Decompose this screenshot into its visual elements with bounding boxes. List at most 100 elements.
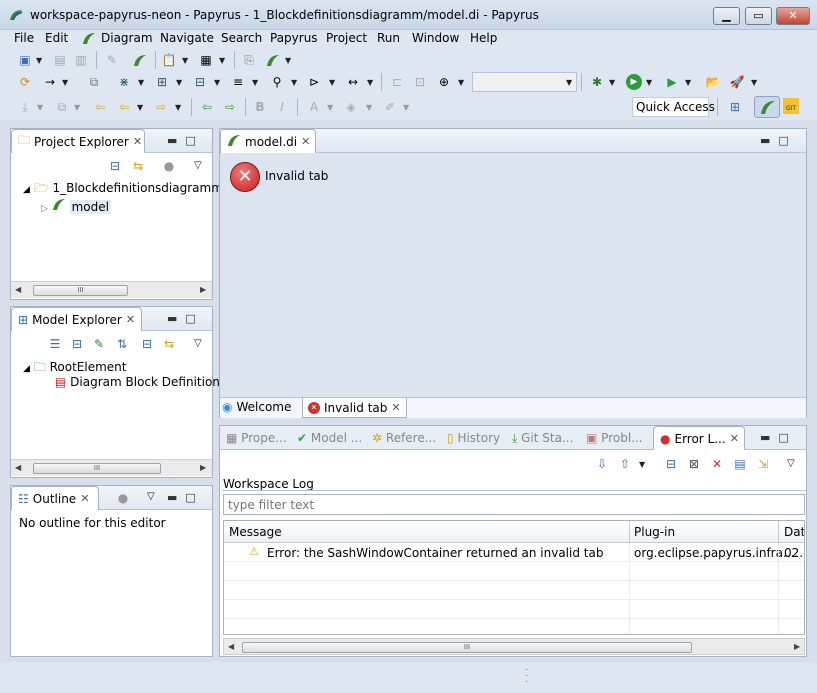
save-icon[interactable]: ▤ bbox=[52, 52, 68, 68]
tab-git-staging[interactable]: ⤓ Git Sta... bbox=[512, 431, 573, 446]
list-icon[interactable]: ☰ bbox=[47, 336, 63, 352]
tab-invalid[interactable]: ✕ Invalid tab ✕ bbox=[302, 398, 407, 418]
close-icon[interactable]: ✕ bbox=[133, 135, 142, 148]
edit-model-icon[interactable]: ✎ bbox=[91, 336, 107, 352]
close-icon[interactable]: ✕ bbox=[730, 432, 739, 445]
menu-navigate[interactable]: Navigate bbox=[160, 31, 214, 45]
minimize-button[interactable]: ▁ bbox=[713, 7, 740, 25]
export-log-icon[interactable]: ⇩ bbox=[594, 456, 610, 472]
close-icon[interactable]: ✕ bbox=[301, 135, 310, 148]
launch-icon[interactable]: 🚀 bbox=[729, 74, 745, 90]
column-date[interactable]: Date bbox=[784, 525, 804, 539]
open-perspective-icon[interactable]: ⊞ bbox=[727, 99, 743, 115]
back-icon[interactable]: ⇦ bbox=[116, 99, 132, 115]
menu-edit[interactable]: Edit bbox=[45, 31, 68, 45]
min-max-icon[interactable]: ▬□ bbox=[760, 431, 797, 444]
tab-model-validation[interactable]: ✔ Model ... bbox=[297, 431, 362, 445]
tree-item-diagram[interactable]: ▤ Diagram Block Definition bbox=[55, 375, 220, 389]
open-log-icon[interactable]: ▤ bbox=[732, 456, 748, 472]
tab-history[interactable]: ▯ History bbox=[447, 431, 500, 445]
connector-icon[interactable]: ⊏ bbox=[389, 74, 405, 90]
clear-log-icon[interactable]: ⊟ bbox=[663, 456, 679, 472]
delete-log-icon[interactable]: ⊠ bbox=[686, 456, 702, 472]
align-icon[interactable]: ≡ bbox=[230, 74, 246, 90]
tab-project-explorer[interactable]: 🗀 Project Explorer ✕ bbox=[11, 129, 145, 153]
tab-outline[interactable]: ☷ Outline ✕ bbox=[11, 486, 99, 510]
close-button[interactable]: ✕ bbox=[776, 7, 810, 25]
column-message[interactable]: Message bbox=[229, 525, 282, 539]
horizontal-scrollbar[interactable]: ◀ III ▶ bbox=[11, 281, 212, 298]
git-perspective-icon[interactable]: GIT bbox=[783, 98, 799, 114]
quick-access-field[interactable]: Quick Access bbox=[632, 97, 715, 117]
copy-icon[interactable]: ⧉ bbox=[86, 74, 102, 90]
distribute-icon[interactable]: ⊳ bbox=[306, 74, 322, 90]
link-editor-icon[interactable]: ⇆ bbox=[161, 336, 177, 352]
papyrus-perspective-button[interactable] bbox=[754, 96, 780, 118]
close-icon[interactable]: ✕ bbox=[80, 492, 89, 505]
debug-icon[interactable]: ✱ bbox=[589, 74, 605, 90]
grid-icon[interactable]: ⋇ bbox=[116, 74, 132, 90]
close-icon[interactable]: ✕ bbox=[126, 313, 135, 326]
outline-options-icon[interactable]: ● bbox=[115, 490, 131, 506]
external-tools-icon[interactable]: ▶ bbox=[664, 74, 680, 90]
min-max-icon[interactable]: ▬□ bbox=[760, 134, 797, 147]
link-editor-icon[interactable]: ⇆ bbox=[130, 158, 146, 174]
remove-icon[interactable]: ✕ bbox=[709, 456, 725, 472]
maximize-button[interactable]: ▭ bbox=[745, 7, 772, 25]
table-row[interactable]: ⚠ Error: the SashWindowContainer returne… bbox=[224, 543, 804, 562]
horizontal-scrollbar[interactable]: ◀ III ▶ bbox=[11, 459, 212, 476]
arrange-icon[interactable]: ⊞ bbox=[154, 74, 170, 90]
sync-icon[interactable]: ⎘ bbox=[241, 52, 257, 68]
menu-file[interactable]: File bbox=[14, 31, 34, 45]
papyrus-icon[interactable] bbox=[132, 52, 148, 68]
arrow-right-icon[interactable]: → bbox=[42, 74, 58, 90]
edit-icon[interactable]: ✎ bbox=[104, 52, 120, 68]
bold-icon[interactable]: B bbox=[252, 99, 268, 115]
collapse-all-icon[interactable]: ⊟ bbox=[107, 158, 123, 174]
tree-icon[interactable]: ⊟ bbox=[192, 74, 208, 90]
clipboard-icon[interactable]: 📋 bbox=[161, 52, 177, 68]
prev-annotation-icon[interactable]: ⇦ bbox=[199, 99, 215, 115]
collapse-all-icon[interactable]: ⊟ bbox=[139, 336, 155, 352]
refresh-icon[interactable]: ⟳ bbox=[17, 74, 33, 90]
min-max-icon[interactable]: ▬□ bbox=[167, 491, 204, 504]
next-annotation-icon[interactable]: ⇨ bbox=[222, 99, 238, 115]
open-folder-icon[interactable]: 📂 bbox=[705, 74, 721, 90]
tree-item-model[interactable]: ▷ model bbox=[41, 197, 111, 214]
min-max-icon[interactable]: ▬□ bbox=[167, 134, 204, 147]
forward-icon[interactable]: ⇨ bbox=[153, 99, 169, 115]
menu-run[interactable]: Run bbox=[377, 31, 400, 45]
tab-model-explorer[interactable]: ⊞ Model Explorer ✕ bbox=[11, 307, 142, 331]
tab-error-log[interactable]: ● Error L... ✕ bbox=[653, 426, 745, 450]
italic-icon[interactable]: I bbox=[274, 99, 290, 115]
font-color-icon[interactable]: A bbox=[306, 99, 322, 115]
menu-window[interactable]: Window bbox=[412, 31, 459, 45]
back-history-icon[interactable]: ⇦ bbox=[92, 99, 108, 115]
layout-icon[interactable]: ▦ bbox=[198, 52, 214, 68]
route-icon[interactable]: ⚲ bbox=[269, 74, 285, 90]
fill-color-icon[interactable]: ◈ bbox=[343, 99, 359, 115]
restore-log-icon[interactable]: ⇲ bbox=[755, 456, 771, 472]
menu-project[interactable]: Project bbox=[326, 31, 367, 45]
zoom-fit-icon[interactable]: ⊕ bbox=[436, 74, 452, 90]
line-color-icon[interactable]: ✐ bbox=[382, 99, 398, 115]
save-all-icon[interactable]: ▥ bbox=[73, 52, 89, 68]
select-icon[interactable]: ⊡ bbox=[412, 74, 428, 90]
resize-icon[interactable]: ↔ bbox=[345, 74, 361, 90]
run-icon[interactable]: ▶ bbox=[626, 74, 642, 90]
tab-model-di[interactable]: model.di ✕ bbox=[220, 129, 316, 153]
tab-properties[interactable]: ▦ Prope... bbox=[226, 431, 287, 445]
papyrus-perspective-icon[interactable] bbox=[265, 52, 281, 68]
column-plugin[interactable]: Plug-in bbox=[634, 525, 675, 539]
menu-search[interactable]: Search bbox=[221, 31, 262, 45]
close-icon[interactable]: ✕ bbox=[391, 401, 400, 414]
min-max-icon[interactable]: ▬□ bbox=[167, 312, 204, 325]
font-down-icon[interactable]: ⤓ bbox=[17, 99, 33, 115]
sort-icon[interactable]: ⇅ bbox=[114, 336, 130, 352]
filter-input[interactable] bbox=[223, 494, 805, 515]
menu-papyrus[interactable]: Papyrus bbox=[270, 31, 318, 45]
menu-help[interactable]: Help bbox=[470, 31, 497, 45]
horizontal-scrollbar[interactable]: ◀ III ▶ bbox=[223, 638, 805, 655]
focus-icon[interactable]: ● bbox=[161, 158, 177, 174]
import-log-icon[interactable]: ⇧ bbox=[617, 456, 633, 472]
